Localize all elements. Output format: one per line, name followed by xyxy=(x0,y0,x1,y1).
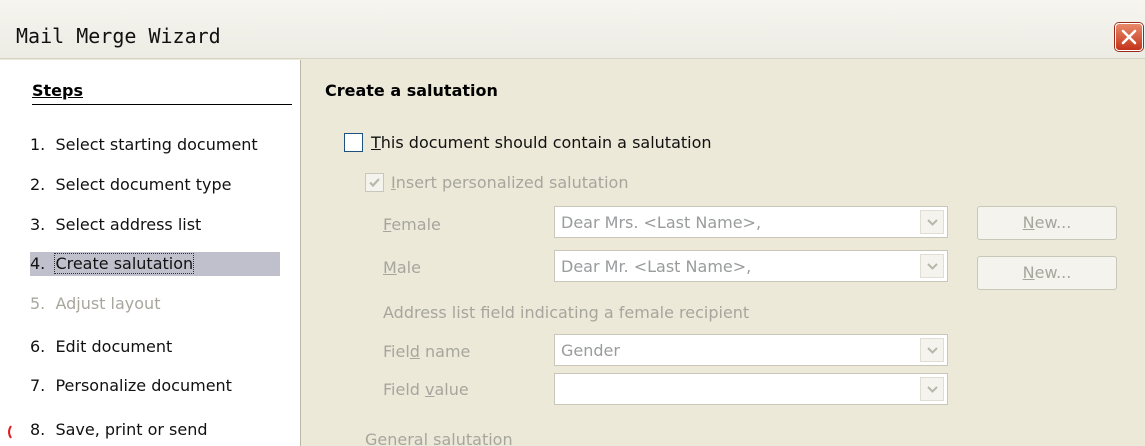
female-label: Female xyxy=(383,215,441,234)
step-label: Adjust layout xyxy=(55,294,161,313)
insert-personalized-label[interactable]: Insert personalized salutation xyxy=(391,173,628,192)
male-salutation-value: Dear Mr. <Last Name>, xyxy=(561,257,752,276)
close-button[interactable] xyxy=(1115,23,1143,51)
dropdown-arrow[interactable] xyxy=(920,377,944,401)
female-salutation-value: Dear Mrs. <Last Name>, xyxy=(561,213,762,232)
salutation-panel: Create a salutation This document should… xyxy=(301,60,1145,446)
mail-merge-wizard-window: Mail Merge Wizard Steps 1. Select starti… xyxy=(0,0,1145,446)
step-label: Edit document xyxy=(55,337,173,356)
step-adjust-layout: 5. Adjust layout xyxy=(30,292,280,316)
title-bar: Mail Merge Wizard xyxy=(0,0,1145,59)
insert-personalized-checkbox[interactable] xyxy=(365,173,384,192)
female-salutation-dropdown[interactable]: Dear Mrs. <Last Name>, xyxy=(554,206,948,238)
step-number: 3. xyxy=(30,215,46,234)
step-save-print-or-send[interactable]: 8. Save, print or send xyxy=(30,418,280,442)
step-number: 1. xyxy=(30,135,46,154)
chevron-down-icon xyxy=(927,263,938,270)
general-salutation-label: General salutation xyxy=(365,430,513,446)
steps-heading: Steps xyxy=(32,81,292,105)
male-label: Male xyxy=(383,258,421,277)
step-label: Create salutation xyxy=(54,253,195,274)
contain-salutation-checkbox[interactable] xyxy=(344,133,363,152)
contain-salutation-label[interactable]: This document should contain a salutatio… xyxy=(371,133,712,152)
step-select-starting-document[interactable]: 1. Select starting document xyxy=(30,133,280,157)
dropdown-arrow[interactable] xyxy=(920,338,944,362)
step-number: 2. xyxy=(30,175,46,194)
checkmark-icon xyxy=(369,178,380,188)
address-field-caption: Address list field indicating a female r… xyxy=(383,303,750,322)
step-number: 4. xyxy=(30,254,46,273)
step-label: Personalize document xyxy=(55,376,232,395)
chevron-down-icon xyxy=(927,219,938,226)
steps-pane: Steps 1. Select starting document 2. Sel… xyxy=(0,60,301,446)
field-name-dropdown[interactable]: Gender xyxy=(554,334,948,366)
field-name-value: Gender xyxy=(561,341,620,360)
step-edit-document[interactable]: 6. Edit document xyxy=(30,335,280,359)
chevron-down-icon xyxy=(927,386,938,393)
chevron-down-icon xyxy=(927,347,938,354)
dropdown-arrow[interactable] xyxy=(920,254,944,278)
window-title: Mail Merge Wizard xyxy=(16,24,221,48)
step-personalize-document[interactable]: 7. Personalize document xyxy=(30,374,280,398)
page-title: Create a salutation xyxy=(325,81,498,100)
red-mark-icon xyxy=(8,425,12,439)
step-number: 6. xyxy=(30,337,46,356)
step-number: 5. xyxy=(30,294,46,313)
step-label: Save, print or send xyxy=(55,420,208,439)
step-select-document-type[interactable]: 2. Select document type xyxy=(30,173,280,197)
step-label: Select starting document xyxy=(55,135,258,154)
step-label: Select address list xyxy=(55,215,202,234)
step-number: 7. xyxy=(30,376,46,395)
step-label: Select document type xyxy=(55,175,232,194)
step-create-salutation[interactable]: 4. Create salutation xyxy=(30,252,280,276)
field-value-label: Field value xyxy=(383,380,469,399)
step-select-address-list[interactable]: 3. Select address list xyxy=(30,213,280,237)
male-new-button[interactable]: New... xyxy=(977,256,1117,290)
female-new-button[interactable]: New... xyxy=(977,206,1117,240)
close-icon xyxy=(1121,29,1137,45)
step-number: 8. xyxy=(30,420,46,439)
male-salutation-dropdown[interactable]: Dear Mr. <Last Name>, xyxy=(554,250,948,282)
dropdown-arrow[interactable] xyxy=(920,210,944,234)
field-name-label: Field name xyxy=(383,342,471,361)
field-value-dropdown[interactable] xyxy=(554,373,948,405)
